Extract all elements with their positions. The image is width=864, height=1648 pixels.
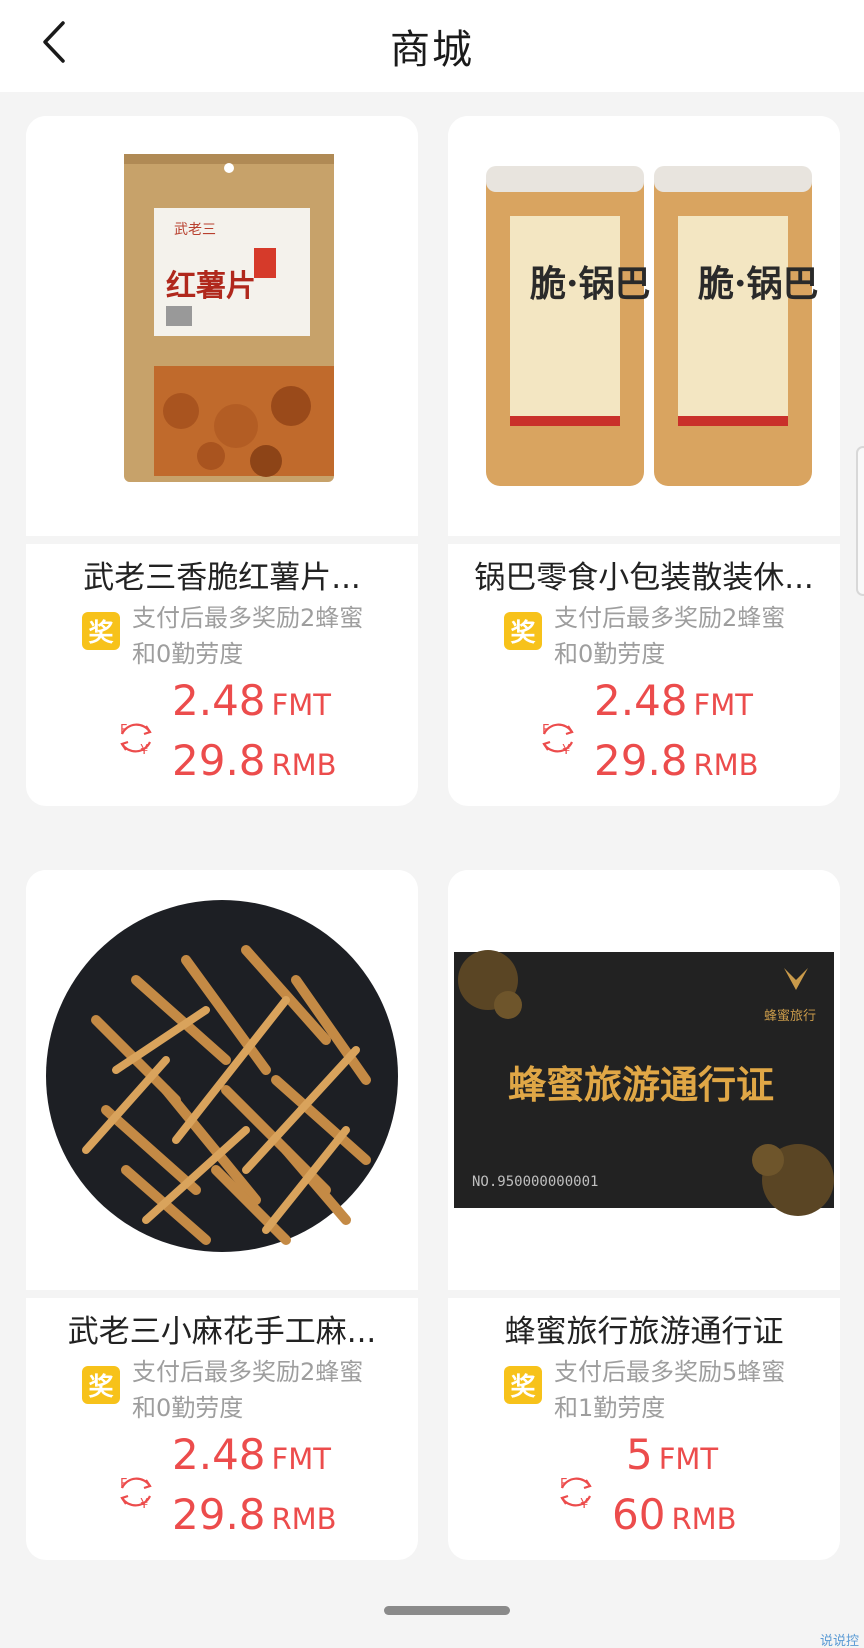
svg-text:F: F — [120, 723, 127, 738]
fmt-unit: FMT — [658, 1442, 719, 1476]
fmt-unit: FMT — [271, 688, 331, 722]
divider — [448, 1290, 840, 1298]
svg-text:¥: ¥ — [140, 743, 148, 758]
reward-line: 和1勤劳度 — [554, 1394, 666, 1422]
reward-line: 支付后最多奖励2蜂蜜 — [554, 604, 786, 632]
rmb-price-value: 60 — [612, 1490, 666, 1539]
package-label: 红薯片 — [166, 269, 256, 304]
product-image — [26, 870, 418, 1290]
rmb-unit: RMB — [271, 1502, 337, 1536]
fmt-price-value: 5 — [626, 1430, 653, 1479]
page-title: 商城 — [390, 27, 474, 73]
product-image: 蜂蜜旅行 蜂蜜旅游通行证 NO.950000000001 — [448, 870, 840, 1290]
product-card[interactable]: 武老三 红薯片 武老三香脆红薯片... 奖 支付后最多奖励2蜂蜜 和0勤劳度 F… — [26, 116, 418, 806]
rmb-unit: RMB — [693, 748, 759, 782]
currency-swap-icon: F ¥ — [120, 1477, 152, 1512]
product-name: 蜂蜜旅行旅游通行证 — [504, 1314, 784, 1350]
rmb-price: 29.8 RMB — [172, 736, 337, 785]
chevron-left-icon — [43, 21, 65, 63]
rmb-price-value: 29.8 — [172, 1490, 266, 1539]
package-label: 脆·锅巴 — [698, 263, 819, 305]
home-indicator[interactable] — [384, 1606, 510, 1615]
fmt-price: 2.48 FMT — [594, 676, 753, 725]
product-image: 武老三 红薯片 — [26, 116, 418, 536]
fmt-unit: FMT — [693, 688, 753, 722]
currency-swap-icon: F ¥ — [120, 723, 152, 758]
product-image: 脆·锅巴 脆·锅巴 — [448, 116, 840, 536]
reward-text: 支付后最多奖励5蜂蜜 和1勤劳度 — [554, 1354, 804, 1426]
svg-text:F: F — [120, 1477, 127, 1492]
reward-text: 支付后最多奖励2蜂蜜 和0勤劳度 — [132, 600, 382, 672]
divider — [26, 536, 418, 544]
rmb-price-value: 29.8 — [172, 736, 266, 785]
svg-text:¥: ¥ — [562, 743, 570, 758]
product-name: 锅巴零食小包装散装休... — [474, 560, 814, 596]
rmb-price-value: 29.8 — [594, 736, 688, 785]
reward-line: 和0勤劳度 — [554, 640, 666, 668]
rmb-price: 29.8 RMB — [594, 736, 759, 785]
svg-text:¥: ¥ — [140, 1497, 148, 1512]
reward-line: 支付后最多奖励2蜂蜜 — [132, 604, 364, 632]
svg-text:F: F — [560, 1477, 567, 1492]
currency-swap-icon: F ¥ — [560, 1477, 592, 1512]
fmt-price-value: 2.48 — [172, 1430, 266, 1479]
rmb-unit: RMB — [671, 1502, 737, 1536]
reward-badge: 奖 — [82, 1366, 120, 1404]
package-brand: 武老三 — [174, 222, 216, 238]
product-name: 武老三香脆红薯片... — [83, 560, 361, 596]
reward-text: 支付后最多奖励2蜂蜜 和0勤劳度 — [554, 600, 804, 672]
reward-line: 支付后最多奖励5蜂蜜 — [554, 1358, 786, 1386]
currency-swap-icon: F ¥ — [542, 723, 574, 758]
card-title: 蜂蜜旅游通行证 — [508, 1063, 774, 1107]
package-label: 脆·锅巴 — [530, 263, 651, 305]
fmt-price-value: 2.48 — [172, 676, 266, 725]
divider — [26, 1290, 418, 1298]
product-name: 武老三小麻花手工麻... — [67, 1314, 377, 1350]
product-card[interactable]: 蜂蜜旅行 蜂蜜旅游通行证 NO.950000000001 蜂蜜旅行旅游通行证 奖… — [448, 870, 840, 1560]
svg-text:F: F — [542, 723, 549, 738]
product-card[interactable]: 武老三小麻花手工麻... 奖 支付后最多奖励2蜂蜜 和0勤劳度 F ¥ 2.48… — [26, 870, 418, 1560]
rmb-price: 29.8 RMB — [172, 1490, 337, 1539]
reward-badge: 奖 — [82, 612, 120, 650]
watermark: 说说控 — [820, 1634, 860, 1648]
reward-badge: 奖 — [504, 1366, 542, 1404]
rmb-unit: RMB — [271, 748, 337, 782]
svg-text:¥: ¥ — [580, 1497, 588, 1512]
fmt-price: 2.48 FMT — [172, 676, 331, 725]
top-bar: 商城 — [0, 0, 864, 92]
card-brand: 蜂蜜旅行 — [764, 1009, 816, 1024]
reward-line: 支付后最多奖励2蜂蜜 — [132, 1358, 364, 1386]
divider — [448, 536, 840, 544]
reward-badge: 奖 — [504, 612, 542, 650]
fmt-unit: FMT — [271, 1442, 331, 1476]
card-serial: NO.950000000001 — [472, 1174, 598, 1190]
fmt-price: 2.48 FMT — [172, 1430, 331, 1479]
fmt-price: 5 FMT — [626, 1430, 718, 1479]
reward-line: 和0勤劳度 — [132, 1394, 244, 1422]
product-card[interactable]: 脆·锅巴 脆·锅巴 锅巴零食小包装散装休... 奖 支付后最多奖励2蜂蜜 和0勤… — [448, 116, 840, 806]
rmb-price: 60 RMB — [612, 1490, 737, 1539]
reward-line: 和0勤劳度 — [132, 640, 244, 668]
fmt-price-value: 2.48 — [594, 676, 688, 725]
back-button[interactable] — [30, 18, 78, 66]
scroll-handle[interactable] — [856, 446, 864, 596]
reward-text: 支付后最多奖励2蜂蜜 和0勤劳度 — [132, 1354, 382, 1426]
